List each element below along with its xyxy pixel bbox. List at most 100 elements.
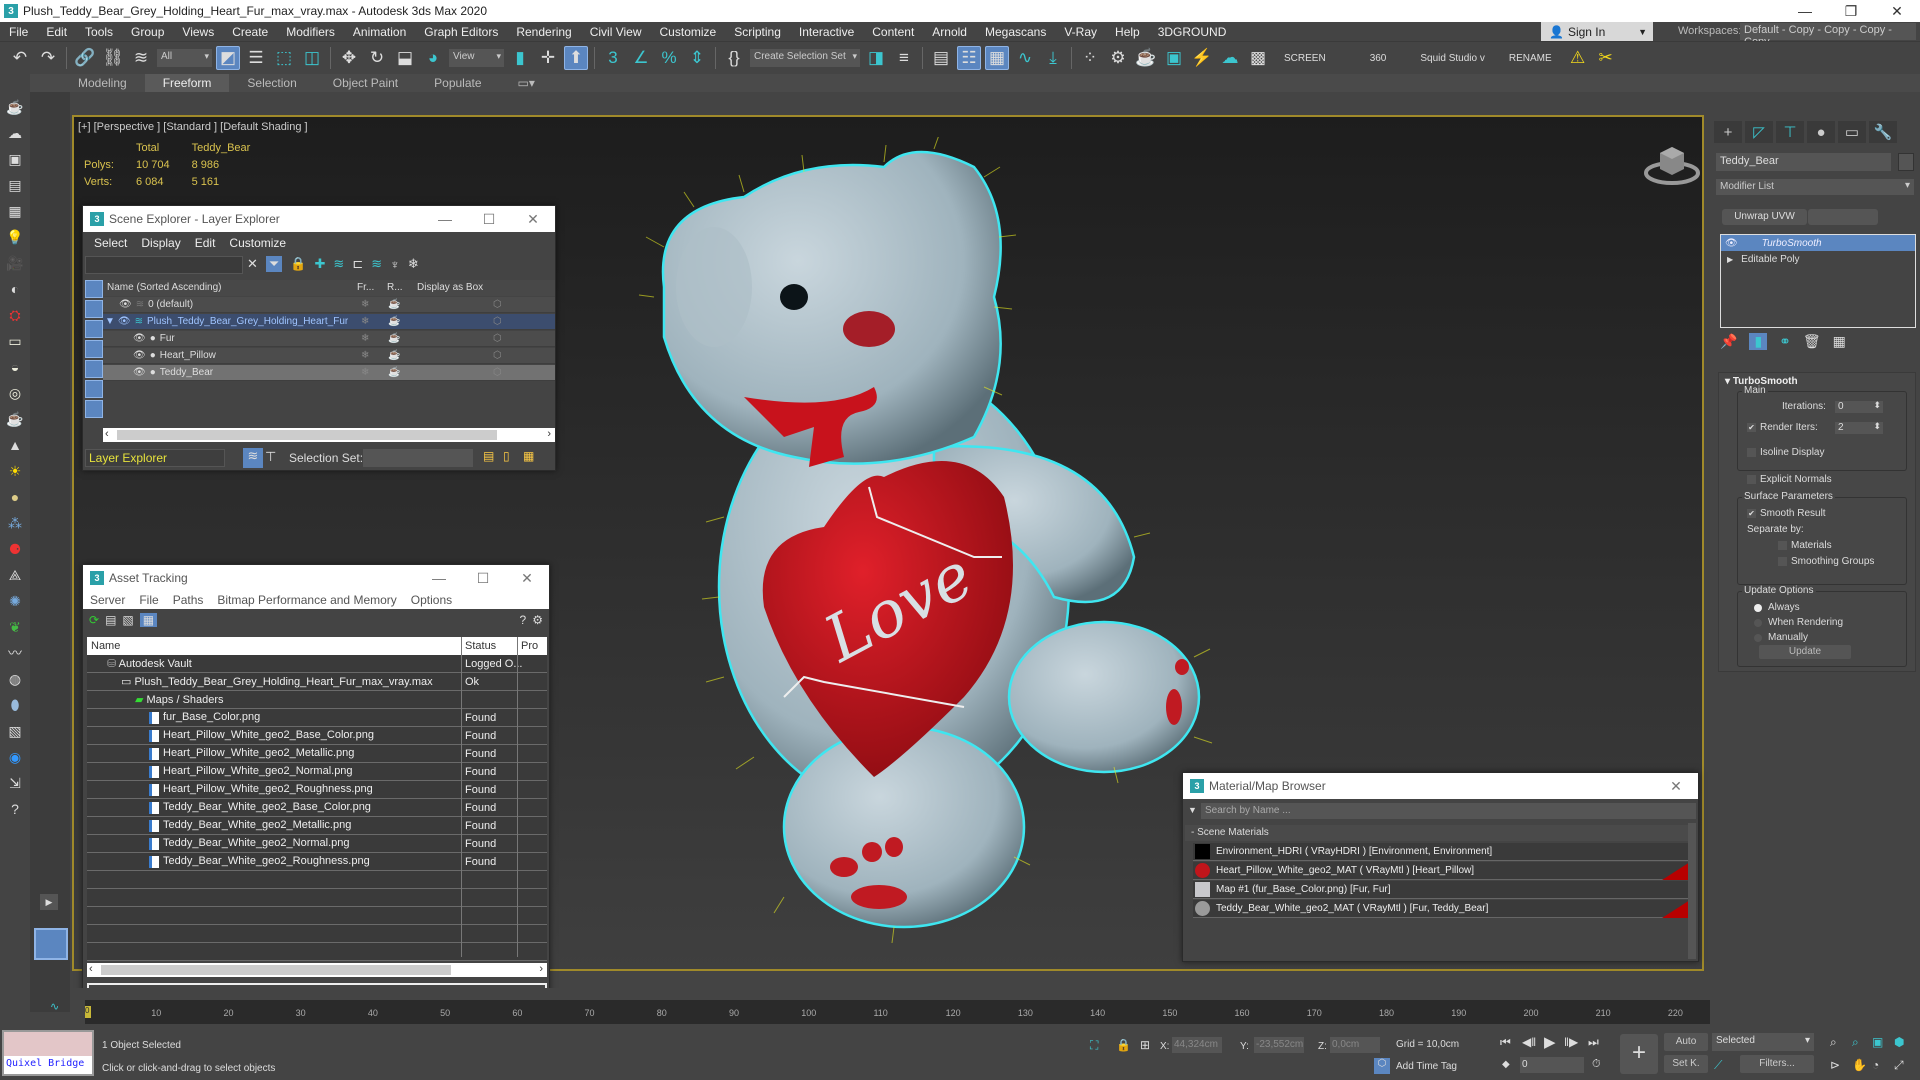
object-color-swatch[interactable]: [1898, 153, 1914, 171]
viewport-layout-button[interactable]: [34, 928, 68, 960]
zoom-extents-icon[interactable]: ▣: [1872, 1035, 1883, 1049]
isoline-display-checkbox[interactable]: [1747, 448, 1756, 457]
menu-display[interactable]: Display: [134, 236, 187, 250]
workspaces-dropdown[interactable]: Default - Copy - Copy - Copy - Copy: [1740, 23, 1916, 48]
horizontal-scrollbar[interactable]: ‹ ›: [103, 428, 555, 442]
menu-interactive[interactable]: Interactive: [790, 25, 863, 39]
keyboard-shortcut-override-icon[interactable]: ⬆: [564, 46, 588, 70]
close-button[interactable]: ✕: [1874, 0, 1920, 22]
maxscript-listener[interactable]: [4, 1032, 92, 1056]
teapot-icon[interactable]: ☕: [388, 299, 400, 310]
panel-icon[interactable]: ▦: [4, 200, 26, 222]
key-filter-dropdown[interactable]: Selected: [1712, 1033, 1814, 1051]
remove-modifier-icon[interactable]: 🗑: [1803, 333, 1821, 350]
menu-select[interactable]: Select: [87, 236, 134, 250]
object-row[interactable]: 👁 ● Fur ❄ ☕ ⬡: [103, 331, 555, 347]
box-icon[interactable]: ⬡: [493, 316, 502, 327]
go-to-start-icon[interactable]: ⏮: [1500, 1035, 1511, 1050]
mirror-icon[interactable]: ◨: [864, 46, 888, 70]
quixel-bridge-button[interactable]: Quixel Bridge: [2, 1030, 94, 1076]
scene-explorer-titlebar[interactable]: 3 Scene Explorer - Layer Explorer — ☐ ✕: [83, 206, 555, 232]
zoom-icon[interactable]: ⌕: [1830, 1035, 1837, 1050]
select-all-icon[interactable]: ▤: [483, 449, 494, 463]
volume-grid-icon[interactable]: ✺: [4, 590, 26, 612]
menu-options[interactable]: Options: [404, 593, 459, 607]
menu-file[interactable]: File: [132, 593, 165, 607]
column-display-as-box[interactable]: Display as Box: [413, 280, 487, 296]
horizontal-scrollbar[interactable]: ‹ ›: [87, 963, 547, 977]
sphere-light-icon[interactable]: ◎: [4, 382, 26, 404]
dope-sheet-icon[interactable]: ⤓: [1041, 46, 1065, 70]
proxy-icon[interactable]: ⁂: [4, 512, 26, 534]
stack-item-turbosmooth[interactable]: 👁 TurboSmooth: [1721, 235, 1915, 251]
scene-materials-section[interactable]: - Scene Materials: [1185, 825, 1690, 841]
curve-editor-toggle-icon[interactable]: ∿: [50, 1000, 59, 1013]
asset-row[interactable]: Teddy_Bear_White_geo2_Base_Color.png Foun…: [87, 799, 547, 817]
freeze-icon[interactable]: ❄: [361, 333, 369, 344]
material-row[interactable]: Map #1 (fur_Base_Color.png) [Fur, Fur]: [1193, 881, 1690, 899]
zoom-all-icon[interactable]: ⌕: [1852, 1035, 1859, 1050]
link-icon[interactable]: 🔗: [73, 46, 97, 70]
schematic-view-icon[interactable]: ⁘: [1078, 46, 1102, 70]
asset-row[interactable]: Teddy_Bear_White_geo2_Metallic.png Found: [87, 817, 547, 835]
layer-row[interactable]: ▼ 👁 ≋ Plush_Teddy_Bear_Grey_Holding_Hear…: [103, 314, 555, 330]
scrollbar-thumb[interactable]: [101, 965, 451, 975]
smoothing-groups-checkbox[interactable]: [1778, 557, 1787, 566]
unlink-icon[interactable]: ⛓: [101, 46, 125, 70]
maximize-viewport-icon[interactable]: ⤢: [1894, 1058, 1904, 1073]
menu-graph-editors[interactable]: Graph Editors: [415, 25, 507, 39]
scrollbar-thumb[interactable]: [117, 430, 497, 440]
update-button[interactable]: Update: [1759, 645, 1851, 659]
display-tab-icon[interactable]: ▭: [1838, 121, 1866, 143]
menu-content[interactable]: Content: [863, 25, 923, 39]
lock-icon[interactable]: 🔒: [290, 256, 306, 272]
asset-row[interactable]: Heart_Pillow_White_geo2_Metallic.png Foun…: [87, 745, 547, 763]
column-proxy[interactable]: Pro: [521, 640, 538, 652]
help-icon[interactable]: ?: [520, 613, 527, 627]
vray-camera-icon[interactable]: ⛭: [4, 304, 26, 326]
scene-explorer-icon[interactable]: ▤: [929, 46, 953, 70]
menu-paths[interactable]: Paths: [166, 593, 211, 607]
menu-server[interactable]: Server: [83, 593, 132, 607]
box-icon[interactable]: ⬡: [493, 299, 502, 310]
add-time-tag-button[interactable]: Add Time Tag: [1396, 1061, 1457, 1072]
selection-filter-dropdown[interactable]: All: [157, 49, 212, 67]
rotate-icon[interactable]: ↻: [365, 46, 389, 70]
tab-freeform[interactable]: Freeform: [144, 74, 230, 92]
next-frame-icon[interactable]: ‖▶︎: [1564, 1035, 1578, 1049]
new-layer-icon[interactable]: ✚: [315, 256, 326, 272]
select-object-icon[interactable]: ◩: [216, 46, 240, 70]
eye-icon[interactable]: 👁: [133, 333, 146, 344]
isolate-selection-icon[interactable]: ⛶: [1090, 1038, 1098, 1053]
column-name[interactable]: Name: [91, 640, 120, 652]
layers-sort-icon[interactable]: ≋: [243, 448, 263, 468]
cameras-filter-icon[interactable]: [85, 340, 103, 358]
expand-icon[interactable]: ▶: [1727, 255, 1733, 264]
menu-rendering[interactable]: Rendering: [507, 25, 580, 39]
menu-file[interactable]: File: [0, 25, 37, 39]
object-row[interactable]: 👁 ● Heart_Pillow ❄ ☕ ⬡: [103, 348, 555, 364]
configure-sets-icon[interactable]: ▦: [1833, 333, 1846, 350]
minimize-button[interactable]: —: [1782, 0, 1828, 22]
shapes-filter-icon[interactable]: [85, 300, 103, 318]
decal-icon[interactable]: ◍: [4, 668, 26, 690]
modify-tab-icon[interactable]: ◸: [1745, 121, 1773, 143]
layers-icon[interactable]: ≋: [371, 256, 382, 272]
asset-row[interactable]: Heart_Pillow_White_geo2_Base_Color.png Fo…: [87, 727, 547, 745]
asset-row[interactable]: Teddy_Bear_White_geo2_Roughness.png Found: [87, 853, 547, 871]
modifier-set-button[interactable]: [1808, 209, 1878, 225]
asset-row[interactable]: Teddy_Bear_White_geo2_Normal.png Found: [87, 835, 547, 853]
pan-icon[interactable]: ✋: [1852, 1058, 1867, 1072]
curve-editor-icon[interactable]: ∿: [1013, 46, 1037, 70]
render-setup-icon[interactable]: ☕: [1134, 46, 1158, 70]
minimize-button[interactable]: —: [417, 565, 461, 591]
z-coordinate-field[interactable]: 0,0cm: [1330, 1037, 1380, 1053]
column-renderable[interactable]: R...: [383, 280, 413, 296]
create-tab-icon[interactable]: +: [1714, 121, 1742, 143]
options-dropdown-icon[interactable]: ▼: [1188, 805, 1197, 815]
maximize-button[interactable]: ☐: [461, 565, 505, 591]
pivot-center-icon[interactable]: ▮: [508, 46, 532, 70]
light-lister-icon[interactable]: 💡: [4, 226, 26, 248]
menu-customize[interactable]: Customize: [222, 236, 293, 250]
eye-icon[interactable]: 👁: [1725, 238, 1738, 249]
